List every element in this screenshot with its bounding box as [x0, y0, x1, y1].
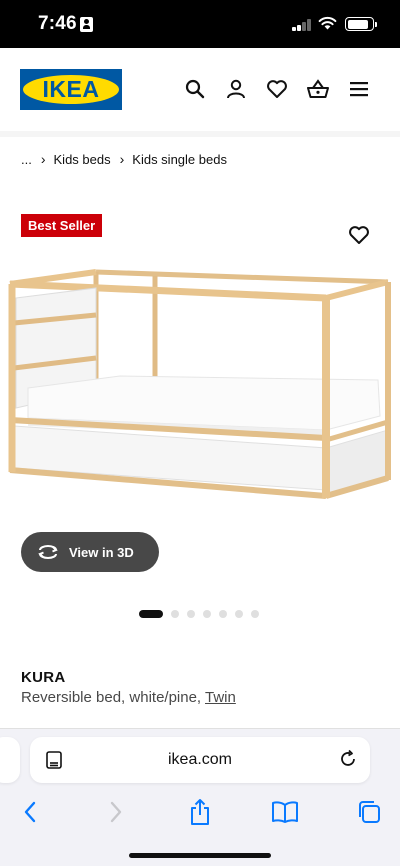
ikea-logo[interactable]: IKEA [20, 69, 122, 110]
breadcrumb-item-kids-single-beds[interactable]: Kids single beds [132, 152, 227, 167]
account-icon[interactable] [224, 77, 248, 101]
chevron-right-icon: › [40, 151, 46, 167]
status-bar: 7:46 [0, 0, 400, 48]
site-header: IKEA [0, 48, 400, 132]
search-icon[interactable] [183, 77, 207, 101]
status-time: 7:46 [38, 13, 77, 34]
gallery-dot[interactable] [203, 610, 211, 618]
breadcrumb: ... › Kids beds › Kids single beds [21, 151, 227, 167]
previous-tab-preview[interactable] [0, 737, 20, 783]
tabs-button[interactable] [354, 797, 384, 827]
address-bar[interactable]: ikea.com [30, 737, 370, 783]
shopping-basket-icon[interactable] [306, 77, 330, 101]
size-link[interactable]: Twin [205, 689, 236, 706]
cellular-signal-icon [292, 19, 312, 31]
home-indicator [129, 853, 271, 858]
chevron-right-icon: › [119, 151, 125, 167]
gallery-dot-active[interactable] [139, 610, 163, 618]
add-to-favourites-button[interactable] [346, 222, 372, 248]
favourites-icon[interactable] [265, 77, 289, 101]
best-seller-badge: Best Seller [21, 214, 103, 237]
view-in-3d-button[interactable]: View in 3D [21, 532, 159, 572]
chevron-left-icon [24, 801, 36, 823]
product-description-text: Reversible bed, white/pine, [21, 689, 202, 706]
gallery-dot[interactable] [187, 610, 195, 618]
chevron-right-icon [110, 801, 122, 823]
browser-toolbar: ikea.com [0, 728, 400, 866]
wifi-icon [318, 16, 337, 30]
gallery-dot[interactable] [251, 610, 259, 618]
battery-icon [345, 17, 377, 31]
share-button[interactable] [185, 797, 215, 827]
gallery-dot[interactable] [219, 610, 227, 618]
product-name: KURA [21, 669, 66, 686]
heart-icon [349, 226, 369, 244]
view-in-3d-label: View in 3D [69, 544, 134, 560]
share-icon [191, 799, 209, 825]
gallery-dot[interactable] [171, 610, 179, 618]
back-button[interactable] [15, 797, 45, 827]
rotate-3d-icon [37, 544, 59, 560]
gallery-pagination [139, 609, 267, 619]
reload-icon[interactable] [338, 749, 358, 774]
tabs-icon [359, 801, 380, 823]
breadcrumb-item-ellipsis[interactable]: ... [21, 152, 32, 167]
book-icon [272, 801, 298, 823]
product-description: Reversible bed, white/pine, Twin [21, 689, 236, 706]
bookmarks-button[interactable] [270, 797, 300, 827]
header-divider [0, 131, 400, 137]
gallery-dot[interactable] [235, 610, 243, 618]
contact-card-icon [80, 17, 93, 32]
forward-button[interactable] [101, 797, 131, 827]
product-image[interactable] [0, 258, 400, 528]
logo-text: IKEA [42, 76, 100, 102]
breadcrumb-item-kids-beds[interactable]: Kids beds [54, 152, 111, 167]
menu-icon[interactable] [347, 77, 371, 101]
url-text: ikea.com [167, 751, 233, 768]
